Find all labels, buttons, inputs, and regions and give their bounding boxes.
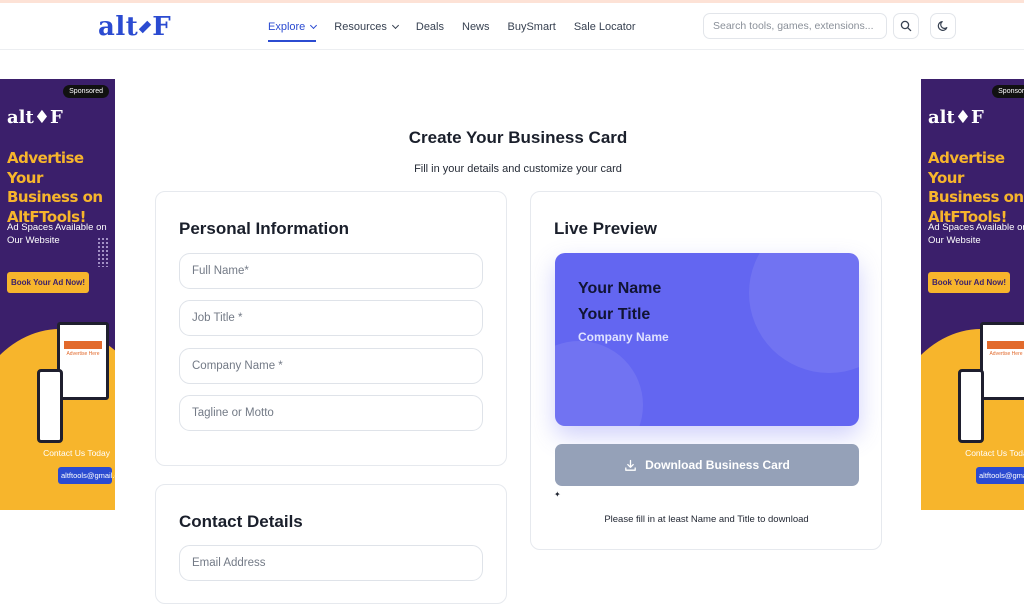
ad-email: altftools@gmail.com (976, 467, 1024, 484)
ad-book-button[interactable]: Book Your Ad Now! (928, 272, 1011, 293)
nav-label: Sale Locator (573, 20, 636, 33)
ad-email: altftools@gmail.com (58, 467, 115, 484)
nav-label: Resources (334, 20, 387, 33)
job-title-field[interactable] (179, 300, 483, 336)
email-field[interactable] (179, 545, 483, 581)
logo-diamond-icon (139, 20, 152, 34)
download-card-button[interactable]: Download Business Card (555, 444, 859, 486)
site-logo[interactable]: alt F (98, 12, 171, 42)
nav-label: BuySmart (507, 20, 556, 33)
sponsored-badge: Sponsored (63, 85, 109, 98)
contact-details-heading: Contact Details (179, 512, 303, 531)
business-card-preview: Your Name Your Title Company Name (555, 253, 859, 426)
theme-toggle-button[interactable] (930, 13, 956, 39)
ad-phone-illustration (37, 369, 63, 443)
download-hint: Please fill in at least Name and Title t… (604, 514, 809, 525)
ad-headline: Advertise Your Business on AltFTools! (928, 149, 1024, 226)
download-label: Download Business Card (645, 458, 790, 472)
ad-dots-pattern (97, 237, 109, 267)
live-preview-card: Live Preview Your Name Your Title Compan… (530, 191, 882, 550)
ad-logo: alt♦F (7, 107, 63, 128)
sparkle-icon: ✦ (554, 490, 561, 499)
ad-contact-text: Contact Us Today (43, 448, 110, 458)
ad-mock-bar (987, 341, 1024, 349)
ad-headline: Advertise Your Business on AltFTools! (7, 149, 103, 226)
site-header: alt F Explore Resources Deals News BuySma… (0, 3, 1024, 50)
card-name: Your Name (578, 280, 662, 297)
nav-item-sale-locator[interactable]: Sale Locator (574, 3, 636, 50)
company-name-field[interactable] (179, 348, 483, 384)
nav-label: News (462, 20, 490, 33)
download-icon (625, 459, 636, 471)
card-company: Company Name (578, 330, 669, 344)
moon-icon (937, 21, 948, 31)
nav-item-news[interactable]: News (462, 3, 490, 50)
sponsored-badge: Sponsored (992, 85, 1024, 98)
ad-subline: Ad Spaces Available on Our Website (7, 222, 107, 247)
personal-info-card: Personal Information (155, 191, 507, 466)
nav-label: Explore (268, 20, 306, 33)
page-subtitle: Fill in your details and customize your … (414, 163, 622, 175)
card-decor-circle (749, 253, 859, 373)
nav-label: Deals (415, 20, 444, 33)
ad-mock-bar (64, 341, 102, 349)
ad-contact-text: Contact Us Today (965, 448, 1024, 458)
contact-details-card: Contact Details (155, 484, 507, 604)
ad-logo: alt♦F (928, 107, 984, 128)
ad-monitor-illustration: Advertise Here (57, 322, 109, 400)
nav-item-resources[interactable]: Resources (334, 3, 399, 50)
ad-book-button[interactable]: Book Your Ad Now! (7, 272, 90, 293)
personal-info-heading: Personal Information (179, 219, 350, 238)
tagline-field[interactable] (179, 395, 483, 431)
ad-subline: Ad Spaces Available on Our Website (928, 222, 1024, 247)
page-title: Create Your Business Card (408, 128, 628, 147)
ad-mock-label: Advertise Here (66, 351, 100, 357)
chevron-down-icon (310, 21, 318, 29)
nav-item-buysmart[interactable]: BuySmart (508, 3, 556, 50)
chevron-down-icon (391, 21, 399, 29)
logo-suffix: F (152, 12, 172, 42)
nav-item-deals[interactable]: Deals (416, 3, 444, 50)
search-input[interactable] (703, 13, 887, 39)
card-title: Your Title (578, 306, 651, 323)
search-icon (900, 20, 912, 32)
nav-item-explore[interactable]: Explore (268, 3, 318, 50)
ad-phone-illustration (958, 369, 984, 443)
card-decor-circle (555, 341, 643, 426)
ad-mock-label: Advertise Here (989, 351, 1023, 357)
main-nav: Explore Resources Deals News BuySmart Sa… (268, 3, 636, 50)
live-preview-heading: Live Preview (554, 219, 658, 238)
full-name-field[interactable] (179, 253, 483, 289)
ad-monitor-illustration: Advertise Here (980, 322, 1024, 400)
logo-text: alt (98, 12, 139, 42)
search-button[interactable] (893, 13, 919, 39)
